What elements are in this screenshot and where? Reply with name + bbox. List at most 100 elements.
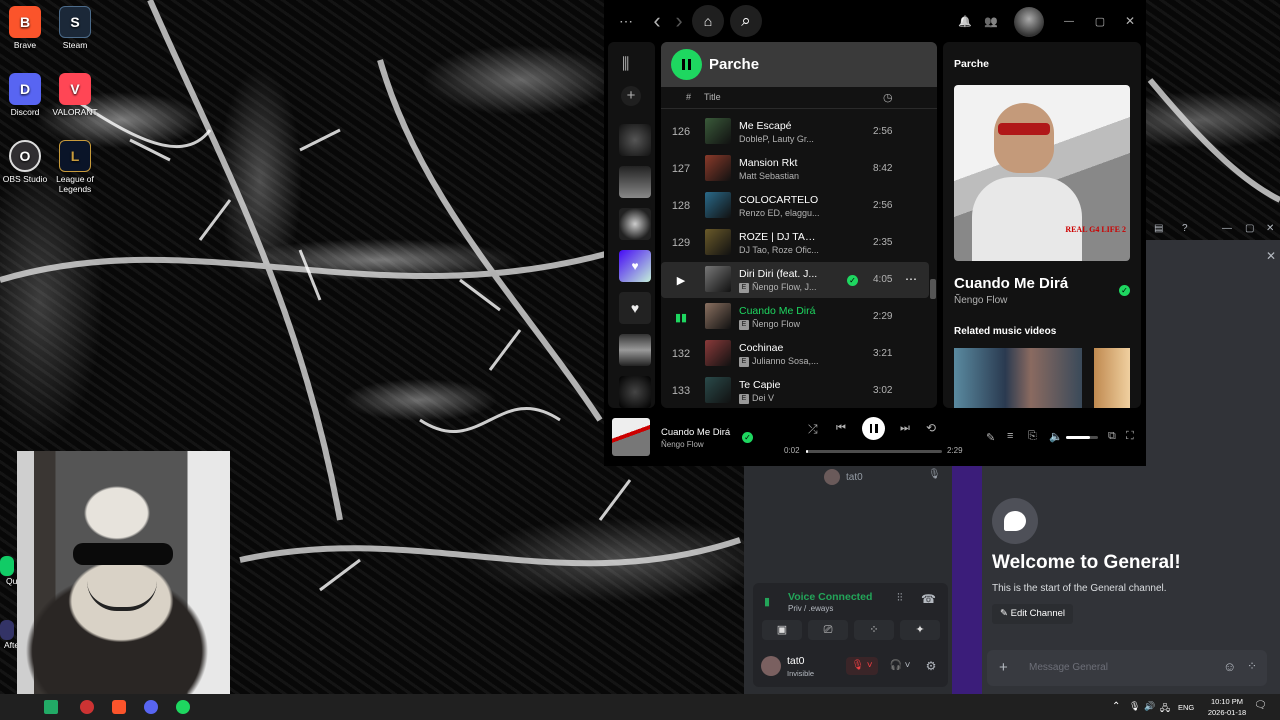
track-artist-text[interactable]: DobleP, Lauty Gr...	[739, 134, 814, 144]
desktop-icon-obs[interactable]: O OBS Studio	[0, 140, 50, 184]
krisp-icon[interactable]: ⫶⫶	[897, 592, 903, 605]
search-button[interactable]: ⌕	[730, 5, 762, 37]
shuffle-icon[interactable]: ⤮	[808, 422, 818, 437]
track-artist-text[interactable]: Renzo ED, elaggu...	[739, 208, 820, 218]
back-button[interactable]: ‹	[648, 8, 666, 33]
video-thumbnail[interactable]	[1094, 348, 1130, 408]
now-playing-art[interactable]	[612, 418, 650, 456]
song-artist[interactable]: Ñengo Flow	[954, 295, 1007, 306]
liked-songs-item[interactable]: ♥	[619, 250, 651, 282]
network-icon[interactable]: 🖧	[1160, 701, 1170, 717]
desktop-icon-valorant[interactable]: V VALORANT	[50, 73, 100, 117]
queue-icon[interactable]: ≡	[1007, 430, 1013, 442]
apps-icon[interactable]: ⁘	[1247, 659, 1257, 673]
soundboard-button[interactable]: ✦	[900, 620, 940, 640]
track-artist[interactable]: E Julianno Sosa,...	[739, 356, 821, 367]
track-artist-text[interactable]: Ñengo Flow	[752, 319, 800, 329]
activities-button[interactable]: ⁘	[854, 620, 894, 640]
home-button[interactable]: ⌂	[692, 5, 724, 37]
clock-icon[interactable]: ◷	[883, 91, 893, 104]
friends-icon[interactable]: 👥	[982, 12, 1000, 30]
fullscreen-icon[interactable]: ⛶	[1126, 430, 1134, 443]
panel-header[interactable]: Parche	[954, 58, 989, 70]
maximize-button[interactable]: ▢	[1091, 12, 1109, 30]
library-item[interactable]	[619, 208, 651, 240]
track-artist[interactable]: E Dei V	[739, 393, 821, 404]
chevron-up-icon[interactable]: ⌃	[1112, 701, 1120, 712]
library-item[interactable]	[619, 376, 651, 408]
track-title[interactable]: Me Escapé	[739, 120, 821, 132]
saved-check-icon[interactable]: ✓	[742, 432, 753, 443]
maximize-button[interactable]: ▢	[1245, 223, 1254, 234]
more-menu-icon[interactable]: ⋯	[614, 12, 638, 30]
mic-muted-button[interactable]: 🎙 ˅	[846, 657, 878, 675]
track-title[interactable]: Cochinae	[739, 342, 821, 354]
miniplayer-icon[interactable]: ⧉	[1108, 430, 1116, 443]
track-artist-text[interactable]: Matt Sebastian	[739, 171, 799, 181]
track-artist-text[interactable]: DJ Tao, Roze Ofic...	[739, 245, 819, 255]
voice-member[interactable]: tat0	[824, 468, 863, 486]
track-artist-text[interactable]: Ñengo Flow, J...	[752, 282, 817, 292]
library-item[interactable]	[619, 334, 651, 366]
voice-channel-link[interactable]: Priv / .eways	[788, 604, 833, 613]
lyrics-icon[interactable]: ✎	[986, 431, 995, 444]
avatar[interactable]	[1014, 7, 1044, 37]
track-artist-text[interactable]: Julianno Sosa,...	[752, 356, 819, 366]
user-avatar[interactable]	[761, 656, 781, 676]
pause-button[interactable]	[862, 417, 885, 440]
desktop-icon-discord[interactable]: D Discord	[0, 73, 50, 117]
library-icon[interactable]: ⫼	[622, 56, 629, 74]
taskbar-app[interactable]	[176, 700, 190, 714]
minimize-button[interactable]: —	[1222, 223, 1232, 234]
pause-button[interactable]	[671, 49, 702, 80]
taskbar-app[interactable]	[44, 700, 58, 714]
volume-slider[interactable]	[1066, 436, 1098, 439]
track-row[interactable]: ▮▮ Cuando Me Dirá E Ñengo Flow 2:29	[661, 299, 929, 335]
screenshare-button[interactable]: ⎚	[808, 620, 848, 640]
message-input[interactable]: + Message General ☺ ⁘	[987, 650, 1267, 686]
track-artist[interactable]: E Ñengo Flow, J...	[739, 282, 821, 293]
track-title[interactable]: Te Capie	[739, 379, 821, 391]
taskbar-app[interactable]	[112, 700, 126, 714]
more-options-icon[interactable]: ⋯	[905, 272, 917, 286]
saved-check-icon[interactable]: ✓	[847, 275, 858, 286]
mic-icon[interactable]: 🎙	[1129, 701, 1140, 712]
desktop-icon-brave[interactable]: B Brave	[0, 6, 50, 50]
settings-gear-icon[interactable]: ⚙	[922, 657, 940, 675]
emoji-icon[interactable]: ☺	[1223, 659, 1236, 674]
video-thumbnail[interactable]	[954, 348, 1082, 408]
desktop-icon-steam[interactable]: S Steam	[50, 6, 100, 50]
create-playlist-button[interactable]: +	[621, 86, 641, 106]
progress-bar[interactable]	[806, 450, 942, 453]
track-row[interactable]: 128 COLOCARTELO Renzo ED, elaggu... 2:56	[661, 188, 929, 224]
library-item[interactable]: ♥	[619, 292, 651, 324]
minimize-button[interactable]: —	[1060, 12, 1078, 30]
volume-icon[interactable]: 🔈	[1049, 430, 1063, 443]
track-title[interactable]: ROZE | DJ TAO ...	[739, 231, 821, 243]
track-title[interactable]: Cuando Me Dirá	[739, 305, 821, 317]
headphones-button[interactable]: 🎧 ˅	[884, 657, 916, 675]
language-indicator[interactable]: ENG	[1178, 703, 1194, 712]
inbox-icon[interactable]: ▤	[1154, 223, 1163, 234]
track-artist[interactable]: Renzo ED, elaggu...	[739, 208, 821, 218]
track-artist[interactable]: E Ñengo Flow	[739, 319, 821, 330]
edit-channel-button[interactable]: ✎ Edit Channel	[992, 604, 1074, 624]
now-playing-title[interactable]: Cuando Me Dirá	[661, 427, 730, 438]
track-row[interactable]: 127 Mansion Rkt Matt Sebastian 8:42	[661, 151, 929, 187]
close-panel-icon[interactable]: ✕	[1266, 249, 1276, 263]
taskbar-app[interactable]	[80, 700, 94, 714]
help-icon[interactable]: ?	[1182, 223, 1188, 234]
close-button[interactable]: ✕	[1121, 12, 1139, 30]
library-item[interactable]	[619, 124, 651, 156]
column-title[interactable]: Title	[704, 92, 721, 102]
track-title[interactable]: Diri Diri (feat. J...	[739, 268, 821, 280]
play-track-icon[interactable]: ▶	[667, 274, 695, 287]
disconnect-icon[interactable]: ☎	[921, 592, 936, 606]
track-artist[interactable]: Matt Sebastian	[739, 171, 821, 181]
track-artist[interactable]: DobleP, Lauty Gr...	[739, 134, 821, 144]
attach-plus-icon[interactable]: +	[999, 659, 1008, 676]
song-title[interactable]: Cuando Me Dirá	[954, 275, 1068, 292]
bell-icon[interactable]: 🔔	[956, 12, 974, 30]
track-title[interactable]: Mansion Rkt	[739, 157, 821, 169]
track-artist-text[interactable]: Dei V	[752, 393, 774, 403]
